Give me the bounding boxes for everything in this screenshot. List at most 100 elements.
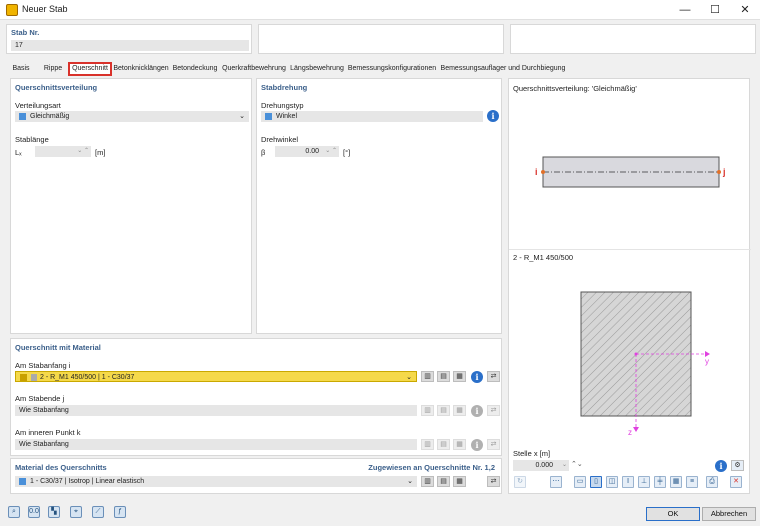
drehwinkel-input[interactable]: 0.00 ⌄ ⌃ xyxy=(275,146,339,157)
tab-betonknicklaengen[interactable]: Betonknicklängen xyxy=(112,62,170,76)
verteilungsart-value: Gleichmäßig xyxy=(30,113,70,120)
member-icon[interactable]: ⟋ xyxy=(92,506,104,518)
minimize-button[interactable]: — xyxy=(670,0,700,20)
function-icon[interactable]: ƒ xyxy=(114,506,126,518)
edit-section-icon[interactable]: ▦ xyxy=(453,371,466,382)
new-material-icon[interactable]: ▤ xyxy=(437,476,450,487)
new-section-icon[interactable]: ▤ xyxy=(437,371,450,382)
drehungstyp-label: Drehungstyp xyxy=(261,101,304,110)
stabanfang-select[interactable]: 2 - R_M1 450/500 | 1 - C30/37 ⌄ xyxy=(15,371,417,382)
maximize-button[interactable]: ☐ xyxy=(700,0,730,20)
ok-button[interactable]: OK xyxy=(646,507,700,521)
title-bar: Neuer Stab — ☐ ✕ xyxy=(0,0,760,20)
search-icon[interactable]: ⌕ xyxy=(8,506,20,518)
section-title: 2 - R_M1 450/500 xyxy=(513,253,574,262)
tab-querschnitt[interactable]: Querschnitt xyxy=(68,62,112,76)
library-icon[interactable]: ▥ xyxy=(421,476,434,487)
spinner-icon[interactable]: ⌄ ⌃ xyxy=(325,146,337,157)
model-icon[interactable]: ▚ xyxy=(48,506,60,518)
front-view-icon[interactable]: ▯ xyxy=(590,476,602,488)
spinner-icon[interactable]: ⌃⌄ xyxy=(571,460,583,468)
stablaenge-input[interactable]: ⌄ ⌃ xyxy=(35,146,91,157)
new-section-icon[interactable]: ▤ xyxy=(437,439,450,450)
tab-basis[interactable]: Basis xyxy=(8,62,34,76)
stabanfang-value: 2 - R_M1 450/500 | 1 - C30/37 xyxy=(40,374,135,381)
app-icon xyxy=(6,4,18,16)
pick-icon[interactable]: ⇄ xyxy=(487,439,500,450)
cancel-button[interactable]: Abbrechen xyxy=(702,507,756,521)
library-icon[interactable]: ▥ xyxy=(421,405,434,416)
querschnitt-material-panel: Querschnitt mit Material Am Stabanfang i… xyxy=(10,338,502,456)
beta-symbol: β xyxy=(261,148,266,157)
show-axes-icon[interactable]: ╪ xyxy=(654,476,666,488)
drehungstyp-value: Winkel xyxy=(276,113,298,120)
tab-querkraftbewehrung[interactable]: Querkraftbewehrung xyxy=(220,62,288,76)
stab-nr-label: Stab Nr. xyxy=(11,28,40,37)
print-icon[interactable]: ▭ xyxy=(574,476,586,488)
settings-icon[interactable]: ⚙ xyxy=(731,460,744,471)
library-icon[interactable]: ▥ xyxy=(421,371,434,382)
stab-nr-input[interactable]: 17 xyxy=(11,40,249,51)
querschnitt-material-header: Querschnitt mit Material xyxy=(15,343,101,352)
measure-icon[interactable]: ⊥ xyxy=(638,476,650,488)
drehungstyp-select[interactable]: Winkel xyxy=(261,111,483,122)
material-header: Material des Querschnitts xyxy=(15,463,107,472)
innerer-punkt-select[interactable]: Wie Stabanfang xyxy=(15,439,417,450)
info-icon[interactable]: i xyxy=(471,439,483,451)
material-value: 1 - C30/37 | Isotrop | Linear elastisch xyxy=(30,478,145,485)
edit-material-icon[interactable]: ▦ xyxy=(453,476,466,487)
printer-icon[interactable]: ⎙ xyxy=(706,476,718,488)
tab-betondeckung[interactable]: Betondeckung xyxy=(170,62,220,76)
tab-bemessungsauflager[interactable]: Bemessungsauflager und Durchbiegung xyxy=(438,62,568,76)
pick-icon[interactable]: ⇄ xyxy=(487,405,500,416)
verteilungsart-select[interactable]: Gleichmäßig ⌄ xyxy=(15,111,249,122)
node-i-label: i xyxy=(535,167,538,177)
section-scale-icon[interactable]: ≡ xyxy=(686,476,698,488)
drehwinkel-label: Drehwinkel xyxy=(261,135,299,144)
tab-bemessungskonfigurationen[interactable]: Bemessungskonfigurationen xyxy=(346,62,438,76)
empty-panel-1 xyxy=(258,24,504,54)
pick-icon[interactable]: ⇄ xyxy=(487,476,500,487)
drehwinkel-value: 0.00 xyxy=(305,148,319,155)
member-view: i j xyxy=(535,156,726,188)
lx-symbol: Lₓ xyxy=(15,148,22,157)
color-swatch xyxy=(19,477,26,485)
edit-section-icon[interactable]: ▦ xyxy=(453,439,466,450)
select-icon[interactable]: ⌖ xyxy=(70,506,82,518)
material-panel: Material des Querschnitts Zugewiesen an … xyxy=(10,458,502,494)
library-icon[interactable]: ▥ xyxy=(421,439,434,450)
stablaenge-label: Stablänge xyxy=(15,135,49,144)
material-assigned: Zugewiesen an Querschnitte Nr. 1,2 xyxy=(368,463,495,472)
section-view: y z xyxy=(580,291,710,437)
stelle-input[interactable]: 0.000 ⌄ xyxy=(513,460,569,471)
new-section-icon[interactable]: ▤ xyxy=(437,405,450,416)
info-icon[interactable]: i xyxy=(715,460,727,472)
material-select[interactable]: 1 - C30/37 | Isotrop | Linear elastisch … xyxy=(15,476,417,487)
view-options-icon[interactable]: ⋯ xyxy=(550,476,562,488)
chevron-down-icon[interactable]: ⌄ xyxy=(562,460,567,471)
node-j-label: j xyxy=(722,167,726,177)
centroid xyxy=(634,352,638,356)
reset-view-icon[interactable]: ✕ xyxy=(730,476,742,488)
close-button[interactable]: ✕ xyxy=(730,0,760,20)
grid-icon[interactable]: ▦ xyxy=(670,476,682,488)
pick-icon[interactable]: ⇄ xyxy=(487,371,500,382)
stabende-select[interactable]: Wie Stabanfang xyxy=(15,405,417,416)
edit-section-icon[interactable]: ▦ xyxy=(453,405,466,416)
axis-y-label: y xyxy=(705,357,709,366)
dimension-icon[interactable]: Ⅰ xyxy=(622,476,634,488)
spinner-icon[interactable]: ⌄ ⌃ xyxy=(77,146,89,157)
preview-panel: Querschnittsverteilung: 'Gleichmäßig' i … xyxy=(508,78,751,494)
chevron-down-icon: ⌄ xyxy=(239,113,245,120)
tab-rippe[interactable]: Rippe xyxy=(38,62,68,76)
info-icon[interactable]: i xyxy=(487,110,499,122)
info-icon[interactable]: i xyxy=(471,371,483,383)
color-swatch xyxy=(265,112,272,120)
units-icon[interactable]: 0.0 xyxy=(28,506,40,518)
side-view-icon[interactable]: ◫ xyxy=(606,476,618,488)
refresh-icon[interactable]: ↻ xyxy=(514,476,526,488)
color-swatch xyxy=(19,112,26,120)
verteilungsart-label: Verteilungsart xyxy=(15,101,61,110)
tab-laengsbewehrung[interactable]: Längsbewehrung xyxy=(288,62,346,76)
info-icon[interactable]: i xyxy=(471,405,483,417)
